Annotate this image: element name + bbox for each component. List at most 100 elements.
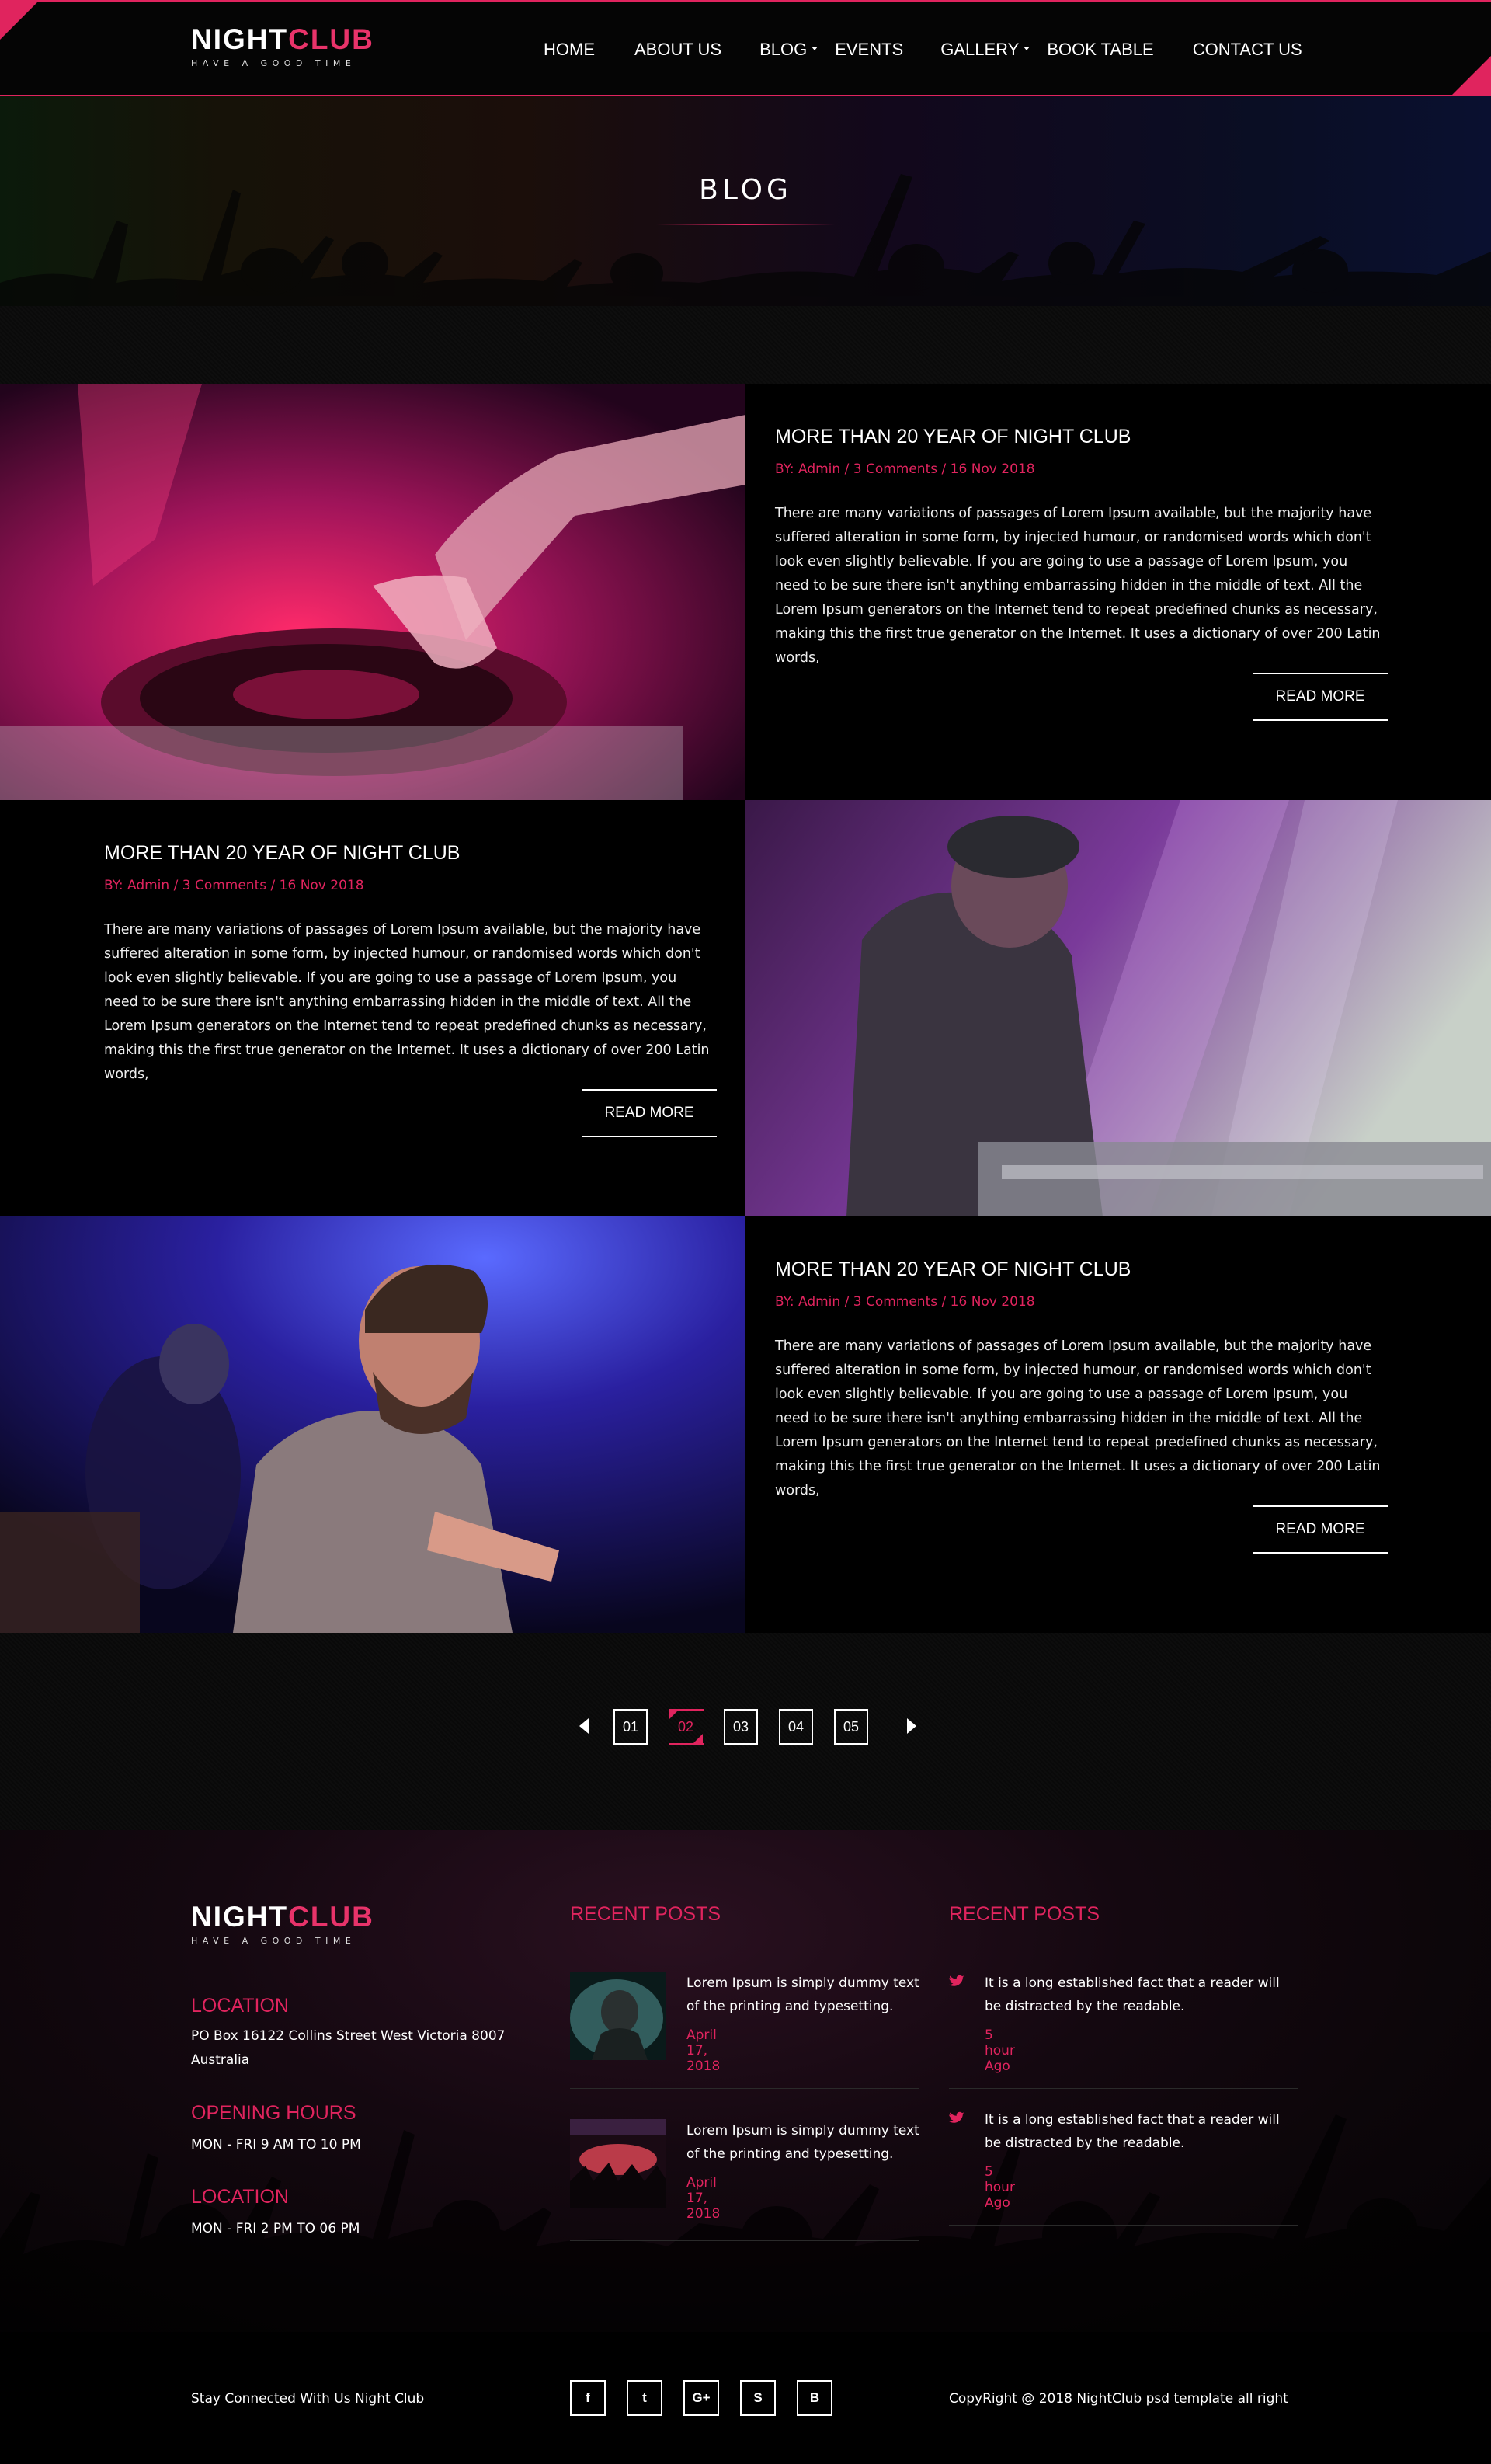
recent-post-title[interactable]: Lorem Ipsum is simply dummy text of the … — [686, 1972, 927, 2018]
divider — [949, 2225, 1298, 2226]
tweet-time: 5 hour Ago — [985, 2164, 1015, 2211]
blog-post: MORE THAN 20 YEAR OF NIGHT CLUB BY: Admi… — [0, 800, 1491, 1216]
address-line: Australia — [191, 2052, 250, 2068]
google-plus-icon[interactable]: G+ — [683, 2380, 719, 2416]
pattern-band — [0, 306, 1491, 384]
post-comments[interactable]: 3 Comments — [853, 461, 937, 477]
concert-stage-thumbnail — [570, 2119, 666, 2208]
logo-text: NIGHTCLUB — [191, 23, 374, 55]
page-title: BLOG — [699, 174, 792, 206]
recent-post-thumbnail[interactable] — [570, 2119, 666, 2208]
address-line: PO Box 16122 Collins Street West Victori… — [191, 2028, 506, 2044]
skype-icon[interactable]: S — [740, 2380, 776, 2416]
corner-accent — [0, 2, 37, 40]
post-date: 16 Nov 2018 — [279, 878, 364, 893]
post-meta: BY: Admin / 3 Comments / 16 Nov 2018 — [104, 878, 364, 893]
dj-mixing-photo — [746, 800, 1491, 1216]
title-underline — [656, 224, 835, 225]
post-comments[interactable]: 3 Comments — [853, 1294, 937, 1310]
logo[interactable]: NIGHTCLUB HAVE A GOOD TIME — [191, 23, 374, 69]
post-author[interactable]: Admin — [798, 1294, 840, 1310]
blog-post: MORE THAN 20 YEAR OF NIGHT CLUB BY: Admi… — [0, 384, 1491, 800]
twitter-icon[interactable]: t — [627, 2380, 662, 2416]
pagination-area: 01 02 03 04 05 — [0, 1633, 1491, 1830]
tweet-text: It is a long established fact that a rea… — [985, 1975, 1280, 2014]
tweet-time: 5 hour Ago — [985, 2027, 1015, 2074]
page-link[interactable]: 01 — [613, 1709, 648, 1745]
copyright-text: CopyRight @ 2018 NightClub psd template … — [949, 2391, 1288, 2407]
nav-contact-us[interactable]: CONTACT US — [1193, 40, 1313, 64]
tweets-heading: RECENT POSTS — [949, 1903, 1100, 1925]
dj-turntable-photo — [0, 384, 746, 800]
post-image[interactable] — [746, 800, 1491, 1216]
site-footer: NIGHTCLUB HAVE A GOOD TIME LOCATION PO B… — [0, 1830, 1491, 2332]
hours-text: MON - FRI 9 AM TO 10 PM — [191, 2137, 361, 2153]
post-date: 16 Nov 2018 — [950, 1294, 1035, 1310]
stay-connected-text: Stay Connected With Us Night Club — [191, 2391, 425, 2407]
post-title[interactable]: MORE THAN 20 YEAR OF NIGHT CLUB — [775, 426, 1131, 448]
post-excerpt: There are many variations of passages of… — [775, 506, 1381, 666]
twitter-icon[interactable] — [949, 2111, 964, 2125]
read-more-button[interactable]: READ MORE — [1253, 1505, 1388, 1554]
divider — [949, 2088, 1298, 2089]
footer-logo[interactable]: NIGHTCLUB HAVE A GOOD TIME — [191, 1901, 374, 1947]
tweet-text: It is a long established fact that a rea… — [985, 2112, 1280, 2151]
dj-headphones-thumbnail — [570, 1972, 666, 2060]
post-title[interactable]: MORE THAN 20 YEAR OF NIGHT CLUB — [104, 842, 460, 865]
chevron-down-icon — [812, 47, 818, 50]
corner-accent — [1452, 56, 1491, 95]
nav-events[interactable]: EVENTS — [835, 40, 914, 64]
post-meta: BY: Admin / 3 Comments / 16 Nov 2018 — [775, 1294, 1035, 1310]
read-more-button[interactable]: READ MORE — [582, 1089, 717, 1137]
logo-tagline: HAVE A GOOD TIME — [191, 58, 356, 68]
post-body: MORE THAN 20 YEAR OF NIGHT CLUB BY: Admi… — [0, 800, 746, 1216]
recent-post-title[interactable]: Lorem Ipsum is simply dummy text of the … — [686, 2119, 927, 2166]
hours-text: MON - FRI 2 PM TO 06 PM — [191, 2221, 360, 2236]
page-link[interactable]: 05 — [834, 1709, 868, 1745]
post-author[interactable]: Admin — [127, 878, 169, 893]
divider — [570, 2240, 919, 2241]
main-nav: HOME ABOUT US BLOG EVENTS GALLERY BOOK T… — [544, 40, 1313, 64]
read-more-button[interactable]: READ MORE — [1253, 673, 1388, 721]
post-author[interactable]: Admin — [798, 461, 840, 477]
post-date: 16 Nov 2018 — [950, 461, 1035, 477]
post-comments[interactable]: 3 Comments — [182, 878, 266, 893]
nav-book-table[interactable]: BOOK TABLE — [1047, 40, 1164, 64]
hours-heading: OPENING HOURS — [191, 2102, 356, 2124]
post-meta: BY: Admin / 3 Comments / 16 Nov 2018 — [775, 461, 1035, 477]
recent-posts-heading: RECENT POSTS — [570, 1903, 721, 1925]
arrow-left-icon[interactable] — [575, 1709, 598, 1745]
post-body: MORE THAN 20 YEAR OF NIGHT CLUB BY: Admi… — [746, 384, 1491, 800]
page-link-current[interactable]: 02 — [669, 1709, 704, 1745]
logo-text: NIGHTCLUB — [191, 1901, 374, 1933]
page-link[interactable]: 04 — [779, 1709, 813, 1745]
recent-post-date: April 17, 2018 — [686, 2175, 721, 2222]
nav-blog[interactable]: BLOG — [759, 40, 818, 64]
site-header: NIGHTCLUB HAVE A GOOD TIME HOME ABOUT US… — [0, 0, 1491, 96]
post-excerpt: There are many variations of passages of… — [775, 1338, 1381, 1498]
blog-post: MORE THAN 20 YEAR OF NIGHT CLUB BY: Admi… — [0, 1216, 1491, 1633]
pagination: 01 02 03 04 05 — [575, 1709, 921, 1745]
post-body: MORE THAN 20 YEAR OF NIGHT CLUB BY: Admi… — [746, 1216, 1491, 1633]
page-link[interactable]: 03 — [724, 1709, 758, 1745]
facebook-icon[interactable]: f — [570, 2380, 606, 2416]
blogger-icon[interactable]: B — [797, 2380, 832, 2416]
social-links: f t G+ S B — [570, 2380, 853, 2416]
location-heading: LOCATION — [191, 2186, 289, 2208]
recent-post-date: April 17, 2018 — [686, 2027, 721, 2074]
location-heading: LOCATION — [191, 1995, 289, 2017]
post-title[interactable]: MORE THAN 20 YEAR OF NIGHT CLUB — [775, 1258, 1131, 1281]
post-excerpt: There are many variations of passages of… — [104, 922, 710, 1082]
post-image[interactable] — [0, 384, 746, 800]
nav-about-us[interactable]: ABOUT US — [634, 40, 732, 64]
post-image[interactable] — [0, 1216, 746, 1633]
divider — [570, 2088, 919, 2089]
recent-post-thumbnail[interactable] — [570, 1972, 666, 2060]
arrow-right-icon[interactable] — [898, 1709, 921, 1745]
bottom-bar: Stay Connected With Us Night Club f t G+… — [0, 2332, 1491, 2464]
chevron-down-icon — [1024, 47, 1030, 50]
twitter-icon[interactable] — [949, 1975, 964, 1989]
nav-home[interactable]: HOME — [544, 40, 606, 64]
page-banner: BLOG — [0, 96, 1491, 306]
nav-gallery[interactable]: GALLERY — [940, 40, 1030, 64]
